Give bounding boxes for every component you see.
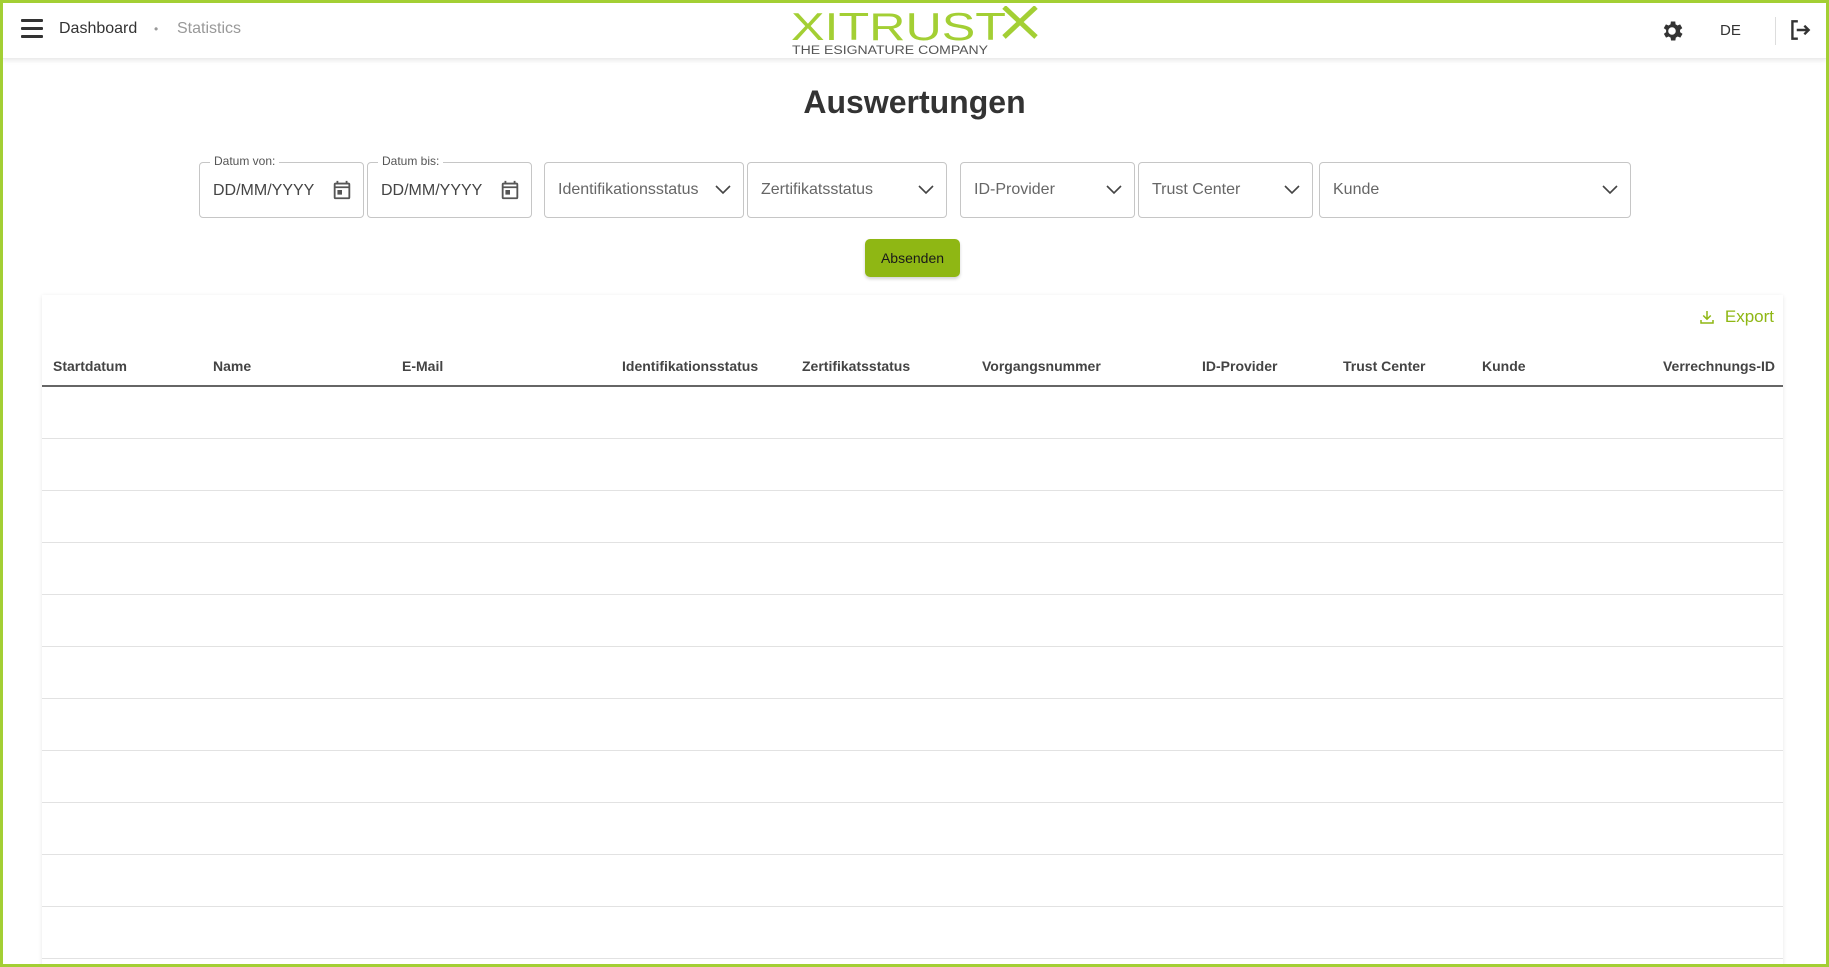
date-from-value: DD/MM/YYYY	[213, 182, 315, 199]
trust-center-select[interactable]: Trust Center	[1138, 162, 1313, 218]
column-header-certificate-status[interactable]: Zertifikatsstatus	[802, 358, 910, 374]
table-row	[42, 491, 1783, 543]
table-row	[42, 803, 1783, 855]
xitrust-logo: XITRUST THE ESIGNATURE COMPANY	[791, 6, 1038, 57]
column-header-startdatum[interactable]: Startdatum	[53, 358, 127, 374]
download-icon	[1700, 311, 1714, 324]
export-label: Export	[1724, 307, 1774, 326]
identification-status-select[interactable]: Identifikationsstatus	[544, 162, 744, 218]
logout-icon[interactable]	[1787, 17, 1813, 43]
top-header: Dashboard • Statistics XITRUST THE ESIGN…	[3, 3, 1826, 59]
chevron-down-icon	[715, 185, 731, 195]
calendar-icon[interactable]	[499, 179, 521, 201]
column-header-transaction-number[interactable]: Vorgangsnummer	[982, 358, 1101, 374]
export-button[interactable]: Export	[1698, 307, 1774, 327]
table-row	[42, 751, 1783, 803]
customer-select[interactable]: Kunde	[1319, 162, 1631, 218]
logo-tagline: THE ESIGNATURE COMPANY	[792, 45, 988, 57]
column-header-name[interactable]: Name	[213, 358, 251, 374]
chevron-down-icon	[1106, 185, 1122, 195]
column-header-id-provider[interactable]: ID-Provider	[1202, 358, 1277, 374]
results-table-card: Export Startdatum Name E-Mail Identifika…	[42, 295, 1783, 967]
date-to-field[interactable]: Datum bis: DD/MM/YYYY	[367, 154, 532, 218]
id-provider-placeholder: ID-Provider	[974, 181, 1055, 198]
certificate-status-placeholder: Zertifikatsstatus	[761, 181, 874, 198]
page-title: Auswertungen	[803, 84, 1026, 120]
column-header-email[interactable]: E-Mail	[402, 358, 443, 374]
table-row	[42, 439, 1783, 491]
chevron-down-icon	[1284, 185, 1300, 195]
column-header-customer[interactable]: Kunde	[1482, 358, 1526, 374]
breadcrumb-separator: •	[154, 22, 159, 36]
column-header-billing-id[interactable]: Verrechnungs-ID	[1663, 358, 1775, 374]
table-row	[42, 855, 1783, 907]
customer-placeholder: Kunde	[1333, 181, 1380, 198]
chevron-down-icon	[918, 185, 934, 195]
breadcrumb-dashboard[interactable]: Dashboard	[59, 20, 137, 38]
breadcrumb-current: Statistics	[177, 20, 242, 37]
date-from-label: Datum von:	[210, 154, 280, 168]
submit-button[interactable]: Absenden	[865, 239, 960, 277]
table-row	[42, 595, 1783, 647]
table-row	[42, 907, 1783, 959]
table-row	[42, 543, 1783, 595]
date-to-label: Datum bis:	[378, 154, 444, 168]
trust-center-placeholder: Trust Center	[1152, 181, 1241, 198]
menu-icon[interactable]	[21, 19, 43, 39]
id-provider-select[interactable]: ID-Provider	[960, 162, 1135, 218]
date-to-value: DD/MM/YYYY	[381, 182, 483, 199]
logo-brand: XITRUST	[791, 6, 1006, 49]
calendar-icon[interactable]	[331, 179, 353, 201]
chevron-down-icon	[1602, 185, 1618, 195]
table-header: Startdatum Name E-Mail Identifikationsst…	[42, 345, 1783, 387]
header-divider	[1775, 17, 1776, 45]
identification-status-placeholder: Identifikationsstatus	[558, 181, 699, 198]
table-row	[42, 699, 1783, 751]
column-header-trust-center[interactable]: Trust Center	[1343, 358, 1425, 374]
table-row	[42, 647, 1783, 699]
date-from-field[interactable]: Datum von: DD/MM/YYYY	[199, 154, 364, 218]
table-row	[42, 387, 1783, 439]
column-header-identification-status[interactable]: Identifikationsstatus	[622, 358, 758, 374]
language-switch[interactable]: DE	[1720, 22, 1741, 39]
gear-icon[interactable]	[1659, 18, 1685, 44]
certificate-status-select[interactable]: Zertifikatsstatus	[747, 162, 947, 218]
